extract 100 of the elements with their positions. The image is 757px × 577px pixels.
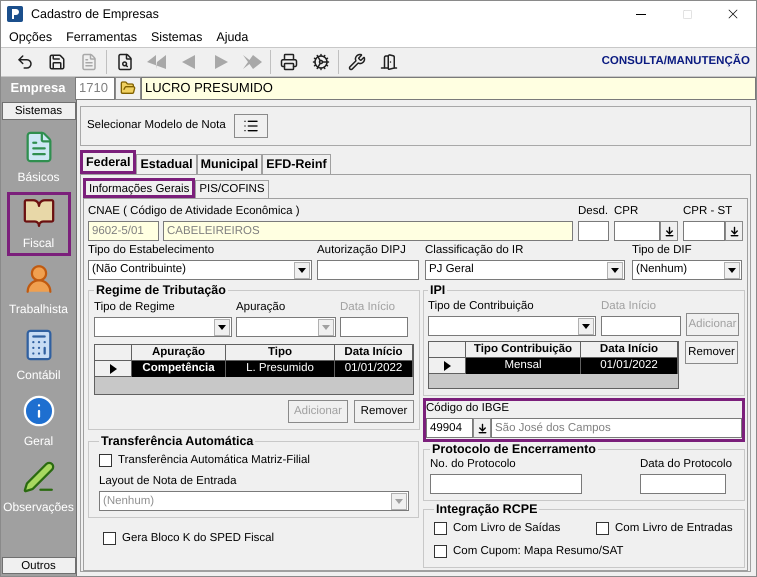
row-pointer-icon	[444, 360, 450, 370]
printer-icon	[280, 53, 298, 71]
mode-label: CONSULTA/MANUTENÇÃO	[602, 53, 750, 70]
sidebar-header-button[interactable]: Sistemas	[2, 102, 76, 120]
field-label: Autorização DIPJ	[317, 243, 407, 258]
checkbox-label: Com Livro de Saídas	[453, 521, 560, 536]
cnae-code-field[interactable]: 9602-5/01	[88, 221, 159, 241]
group-title: Regime de Tributação	[95, 283, 227, 298]
checkbox-label: Com Livro de Entradas	[615, 521, 733, 536]
table-row[interactable]: Competência L. Presumido 01/01/2022	[95, 361, 413, 377]
caret-down-icon	[322, 324, 330, 330]
menu-item[interactable]: Ferramentas	[66, 28, 137, 46]
field-label: CPR - ST	[683, 204, 734, 219]
exit-door-icon	[380, 53, 398, 71]
action-button[interactable]: Remover	[354, 400, 414, 423]
ibge-code-field[interactable]: 49904	[426, 418, 473, 438]
action-button[interactable]: Remover	[685, 341, 738, 364]
sidebar-footer-button[interactable]: Outros	[2, 557, 76, 574]
field-label: Layout de Nota de Entrada	[99, 474, 238, 490]
column-header: Tipo	[226, 345, 335, 360]
text-field[interactable]	[683, 221, 725, 241]
download-arrow-icon	[728, 226, 740, 236]
field-label: CPR	[614, 204, 640, 219]
caret-down-icon	[728, 268, 736, 272]
document-icon	[80, 53, 98, 71]
table-cell: Competência	[132, 361, 226, 377]
table-cell: L. Presumido	[226, 361, 335, 377]
settings-icon	[312, 53, 330, 71]
tab[interactable]: Municipal	[196, 154, 262, 174]
field-label: Código do IBGE	[426, 401, 510, 416]
text-field[interactable]	[640, 474, 726, 494]
tab[interactable]: Federal	[80, 150, 136, 174]
checkbox[interactable]	[99, 454, 112, 468]
menu-item[interactable]: Ajuda	[216, 28, 248, 46]
company-name-field[interactable]: LUCRO PRESUMIDO	[141, 76, 756, 100]
field-label: CNAE ( Código de Atividade Econômica )	[88, 204, 301, 219]
table-cell: Mensal	[466, 358, 581, 374]
text-field[interactable]	[340, 317, 408, 337]
table-cell: 01/01/2022	[335, 361, 413, 377]
download-arrow-icon	[476, 422, 488, 434]
field-label: No. do Protocolo	[430, 457, 517, 472]
dropdown[interactable]: (Não Contribuinte)	[88, 260, 312, 280]
download-arrow-icon	[664, 226, 674, 236]
last-record-icon	[242, 54, 264, 70]
sub-tab[interactable]: PIS/COFINS	[195, 180, 269, 198]
lookup-button[interactable]	[725, 221, 743, 241]
select-model-button[interactable]	[234, 114, 268, 138]
tab[interactable]: EFD-Reinf	[262, 154, 331, 174]
menu-item[interactable]: Sistemas	[150, 28, 202, 46]
text-field[interactable]	[614, 221, 660, 241]
caret-down-icon	[298, 268, 306, 272]
lookup-button[interactable]	[660, 221, 678, 241]
first-record-icon	[146, 54, 168, 70]
print-preview-icon	[116, 53, 134, 71]
group-title: Transferência Automática	[100, 434, 254, 449]
column-header: Apuração	[132, 345, 226, 360]
caret-down-icon	[582, 324, 590, 328]
group-title: Protocolo de Encerramento	[431, 442, 597, 457]
open-folder-button[interactable]	[115, 76, 141, 100]
field-label: Tipo do Estabelecimento	[88, 243, 216, 258]
checkbox[interactable]	[434, 545, 447, 558]
cnae-description-field[interactable]: CABELEIREIROS	[163, 221, 573, 241]
column-header: Data Início	[335, 345, 413, 360]
row-pointer-icon	[110, 364, 116, 374]
company-code-field[interactable]: 1710	[75, 76, 115, 100]
lookup-button[interactable]	[473, 418, 491, 438]
field-label: Tipo de DIF	[632, 243, 693, 258]
save-icon	[48, 53, 66, 71]
checkbox[interactable]	[596, 522, 609, 536]
dropdown[interactable]: PJ Geral	[425, 260, 625, 280]
book-icon	[22, 196, 56, 230]
dropdown[interactable]	[428, 316, 596, 336]
company-label: Empresa	[1, 76, 75, 100]
text-field[interactable]	[317, 260, 419, 280]
field-label: Data Início	[601, 299, 657, 314]
field-label: Desd.	[578, 204, 609, 219]
pencil-icon	[22, 460, 56, 494]
sub-tab[interactable]: Informações Gerais	[83, 178, 196, 198]
city-field[interactable]: São José dos Campos	[491, 418, 742, 438]
text-field[interactable]	[578, 221, 609, 241]
field-label: Data do Protocolo	[640, 457, 732, 472]
table-row[interactable]: Mensal 01/01/2022	[429, 358, 678, 374]
field-label: Tipo de Contribuição	[428, 299, 535, 314]
column-header: Tipo Contribuição	[466, 342, 581, 357]
caret-down-icon	[218, 324, 226, 330]
caret-down-icon	[395, 498, 403, 504]
text-field[interactable]	[430, 474, 582, 494]
model-label: Selecionar Modelo de Nota	[87, 118, 226, 134]
field-label: Data Início	[340, 300, 396, 315]
text-field[interactable]	[601, 316, 681, 336]
dropdown[interactable]	[94, 317, 232, 337]
menu-item[interactable]: Opções	[9, 28, 52, 46]
checkbox[interactable]	[103, 532, 116, 546]
tab[interactable]: Estadual	[136, 154, 197, 174]
checkbox[interactable]	[434, 522, 447, 536]
field-label: Apuração	[236, 300, 286, 315]
group-title: Integração RCPE	[435, 502, 538, 517]
maximize-icon	[682, 8, 692, 20]
dropdown[interactable]: (Nenhum)	[632, 260, 742, 280]
checkbox-label: Com Cupom: Mapa Resumo/SAT	[453, 544, 624, 560]
